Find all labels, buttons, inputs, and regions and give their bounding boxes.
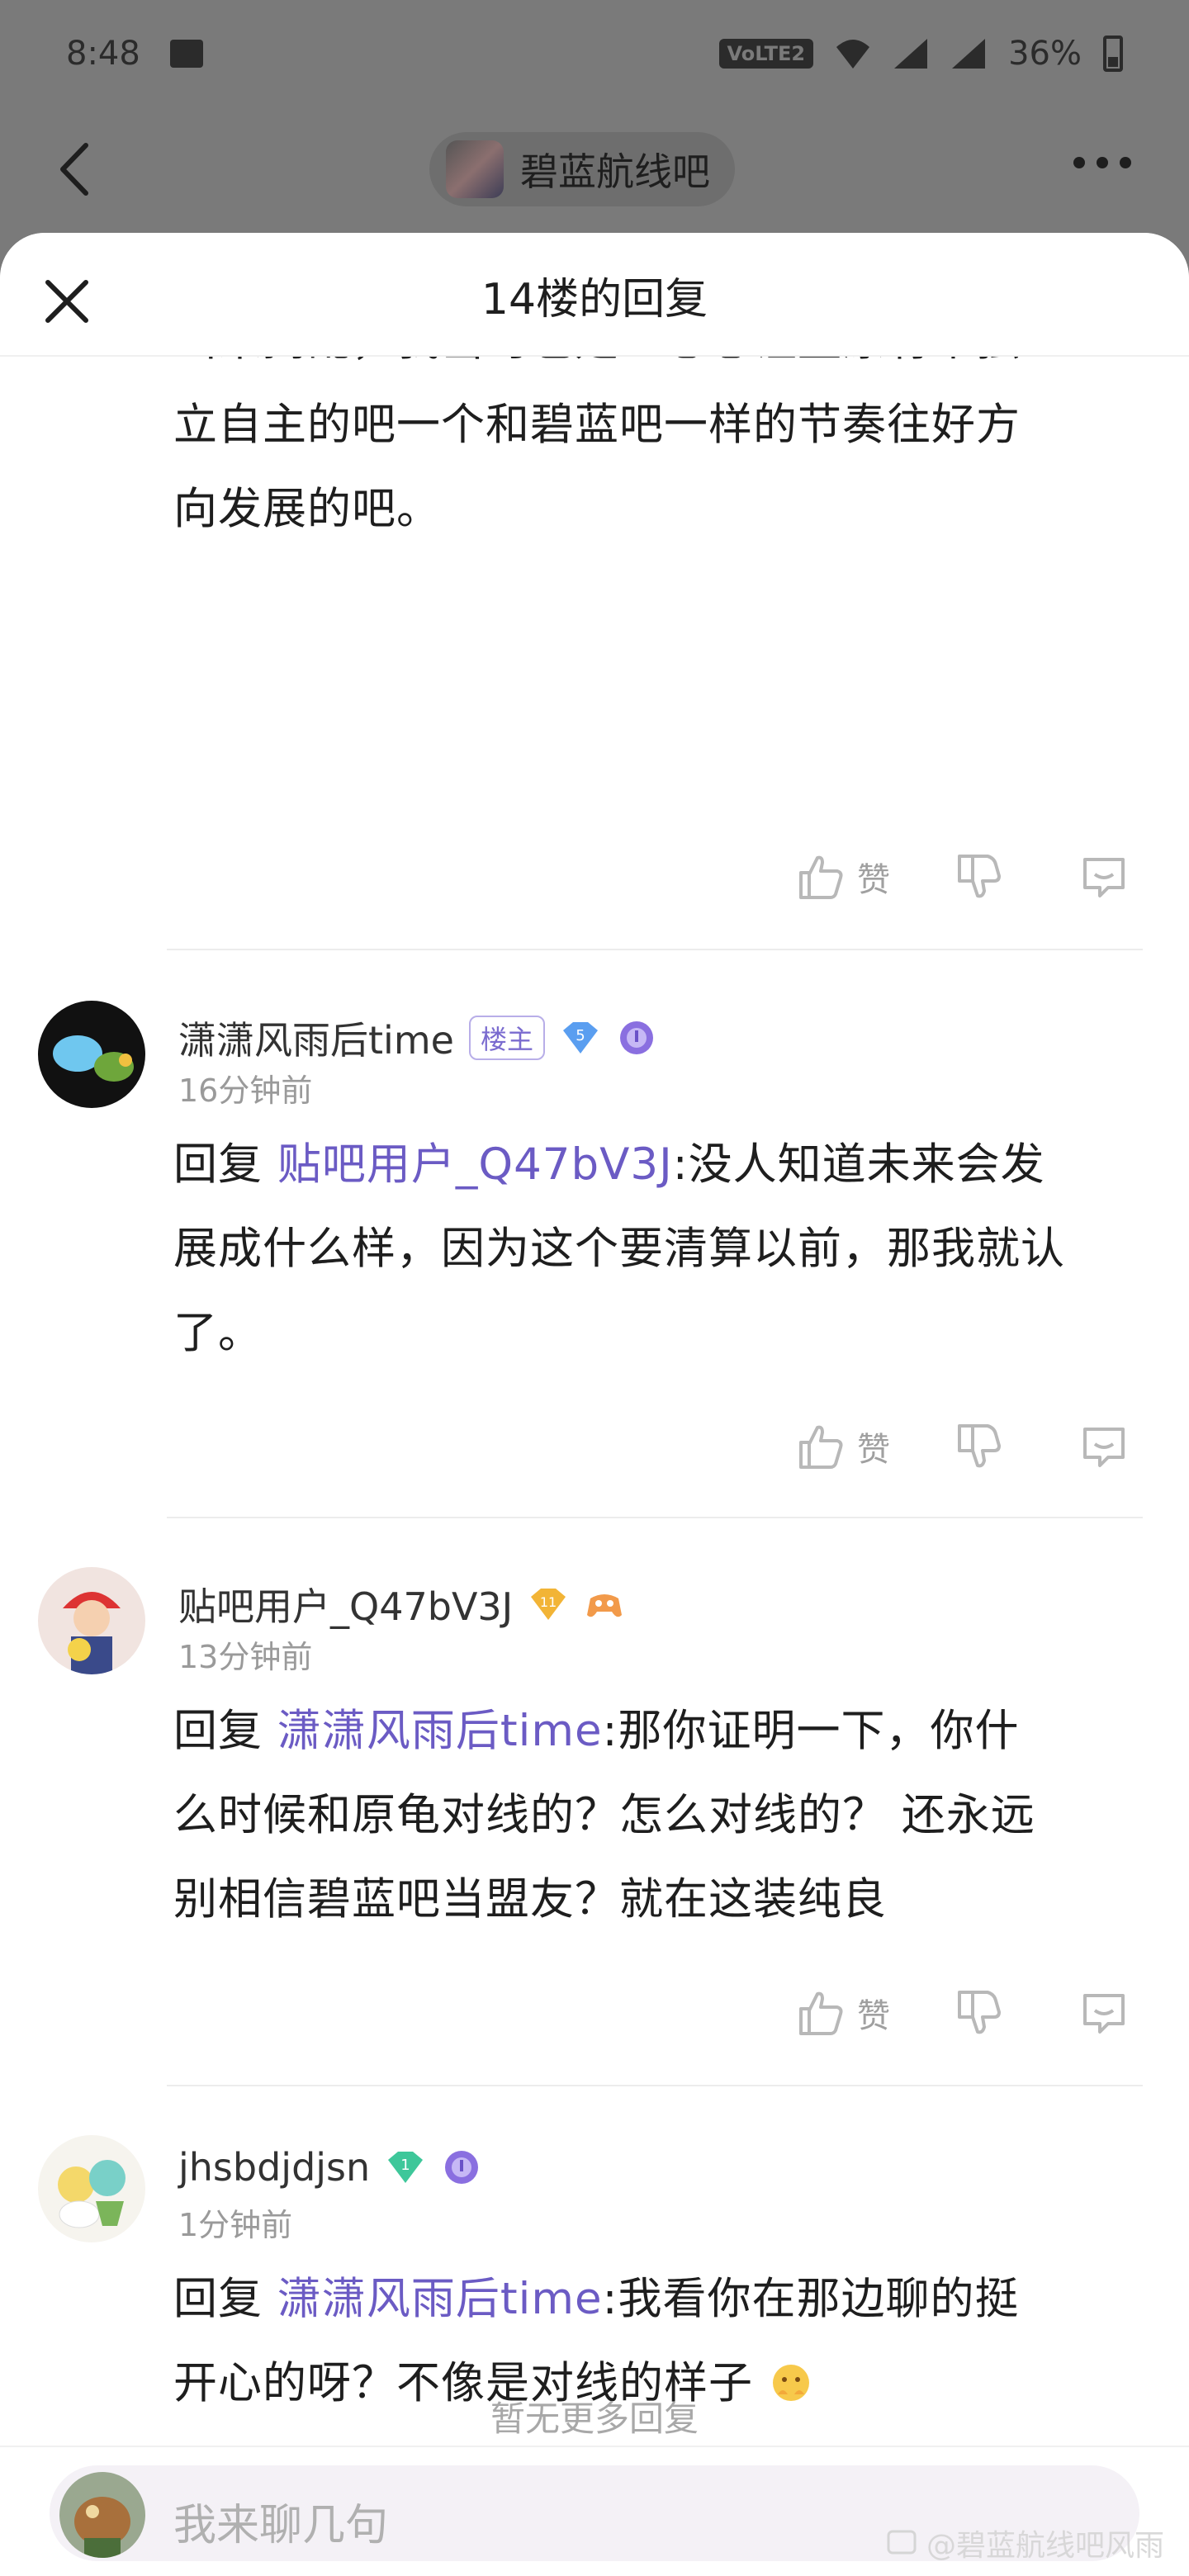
reply-content: 回复 贴吧用户_Q47bV3J:没人知道未来会发 展成什么样，因为这个要清算以前… <box>173 1123 1156 1376</box>
battery-icon <box>1103 36 1123 72</box>
comment-icon[interactable] <box>1078 1987 1130 2039</box>
level-badge-icon: 1 <box>388 2152 424 2183</box>
sheet-header: 14楼的回复 <box>0 233 1189 357</box>
gamepad-icon <box>587 1594 623 1617</box>
timestamp: 1分钟前 <box>178 2207 293 2243</box>
reply-list[interactable]: 出来捣乱，我当时也是一心想让蓝原有个独 立自主的吧一个和碧蓝吧一样的节奏往好方 … <box>0 357 1189 2487</box>
sheet-title: 14楼的回复 <box>481 275 708 324</box>
like-label: 赞 <box>857 1431 890 1469</box>
watermark: @碧蓝航线吧风雨 <box>885 2522 1164 2564</box>
content-line: 回复 潇潇风雨后time:我看你在那边聊的挺 <box>173 2257 1156 2342</box>
status-time: 8:48 <box>66 35 140 73</box>
thumb-down-icon[interactable] <box>955 1987 1006 2039</box>
username[interactable]: 潇潇风雨后time <box>178 1011 454 1065</box>
forum-avatar <box>446 140 504 198</box>
content-text: :那你证明一下，你什 <box>602 1706 1020 1756</box>
level-badge-icon: 5 <box>562 1022 598 1054</box>
wifi-icon <box>836 40 870 69</box>
avatar[interactable] <box>38 2135 145 2242</box>
owner-badge: 楼主 <box>468 1016 545 1060</box>
level-number: 5 <box>576 1027 585 1044</box>
reply-sheet: 14楼的回复 出来捣乱，我当时也是一心想让蓝原有个独 立自主的吧一个和碧蓝吧一样… <box>0 233 1189 2576</box>
like-button[interactable]: 赞 <box>796 851 890 902</box>
reply-prefix: 回复 <box>173 2274 277 2324</box>
reply-prefix: 回复 <box>173 1139 277 1190</box>
content-line: 回复 贴吧用户_Q47bV3J:没人知道未来会发 <box>173 1123 1156 1207</box>
content-line: 了。 <box>173 1308 263 1358</box>
signal-icon-2 <box>952 39 986 69</box>
comment-icon[interactable] <box>1078 1421 1130 1472</box>
content-line: 别相信碧蓝吧当盟友？就在这装纯良 <box>173 1874 887 1925</box>
timestamp: 13分钟前 <box>178 1639 313 1675</box>
reply-content-partial: 出来捣乱，我当时也是一心想让蓝原有个独 立自主的吧一个和碧蓝吧一样的节奏往好方 … <box>173 357 1148 552</box>
divider <box>167 2085 1143 2086</box>
content-text: :没人知道未来会发 <box>672 1139 1045 1190</box>
username[interactable]: 贴吧用户_Q47bV3J <box>178 1577 513 1631</box>
membership-icon <box>445 2151 479 2184</box>
thumb-up-icon <box>799 1425 843 1469</box>
status-bar: 8:48 VoLTE2 36% <box>0 0 1189 107</box>
thumb-down-icon[interactable] <box>955 1421 1006 1472</box>
user-row: 贴吧用户_Q47bV3J 11 <box>178 1577 625 1631</box>
battery-percent: 36% <box>1008 35 1082 73</box>
image-notification-icon <box>169 40 203 68</box>
like-button[interactable]: 赞 <box>796 1421 890 1472</box>
reply-prefix: 回复 <box>173 1706 277 1756</box>
user-row: jhsbdjdjsn 1 <box>178 2145 482 2190</box>
membership-icon <box>619 1021 653 1054</box>
my-avatar <box>59 2472 145 2558</box>
mention-link[interactable]: 潇潇风雨后time <box>277 1706 603 1756</box>
divider <box>167 949 1143 950</box>
forum-name: 碧蓝航线吧 <box>520 149 710 194</box>
no-more-replies: 暂无更多回复 <box>490 2398 699 2439</box>
reply-actions: 赞 <box>796 844 1143 910</box>
comment-icon[interactable] <box>1078 851 1130 902</box>
watermark-logo-icon <box>887 2530 917 2555</box>
level-number: 11 <box>540 1594 557 1610</box>
mention-link[interactable]: 潇潇风雨后time <box>277 2274 603 2324</box>
watermark-text: @碧蓝航线吧风雨 <box>926 2529 1164 2563</box>
level-badge-icon: 11 <box>531 1589 566 1620</box>
more-icon[interactable] <box>1073 157 1131 168</box>
thumb-up-icon <box>799 855 843 899</box>
signal-icon <box>894 39 928 69</box>
like-label: 赞 <box>857 861 890 899</box>
divider <box>167 1517 1143 1518</box>
avatar[interactable] <box>38 1001 145 1108</box>
like-button[interactable]: 赞 <box>796 1987 890 2039</box>
volte-badge: VoLTE2 <box>718 39 814 69</box>
mention-link[interactable]: 贴吧用户_Q47bV3J <box>277 1139 673 1190</box>
comment-bar: 我来聊几句 @碧蓝航线吧风雨 <box>0 2446 1189 2576</box>
comment-placeholder: 我来聊几句 <box>173 2501 389 2550</box>
timestamp: 16分钟前 <box>178 1073 313 1109</box>
background-header: 碧蓝航线吧 <box>0 116 1189 223</box>
content-line: 回复 潇潇风雨后time:那你证明一下，你什 <box>173 1689 1156 1773</box>
status-indicators: VoLTE2 36% <box>718 35 1123 73</box>
content-text: :我看你在那边聊的挺 <box>602 2274 1020 2324</box>
content-line: 么时候和原龟对线的？怎么对线的？ 还永远 <box>173 1790 1035 1840</box>
avatar[interactable] <box>38 1567 145 1674</box>
user-row: 潇潇风雨后time 楼主 5 <box>178 1011 657 1065</box>
content-line: 展成什么样，因为这个要清算以前，那我就认 <box>173 1224 1065 1274</box>
reply-actions: 赞 <box>796 1980 1143 2046</box>
content-line: 立自主的吧一个和碧蓝吧一样的节奏往好方 <box>173 400 1021 450</box>
reply-content: 回复 潇潇风雨后time:那你证明一下，你什 么时候和原龟对线的？怎么对线的？ … <box>173 1689 1156 1942</box>
reply-actions: 赞 <box>796 1413 1143 1480</box>
thumb-down-icon[interactable] <box>955 851 1006 902</box>
back-icon[interactable] <box>51 140 101 198</box>
content-line: 出来捣乱，我当时也是一心想让蓝原有个独 <box>173 357 1148 383</box>
content-line: 向发展的吧。 <box>173 484 441 534</box>
username[interactable]: jhsbdjdjsn <box>178 2145 370 2190</box>
forum-chip[interactable]: 碧蓝航线吧 <box>429 132 735 206</box>
level-number: 1 <box>400 2157 410 2174</box>
thumb-up-icon <box>799 1991 843 2035</box>
like-label: 赞 <box>857 1997 890 2035</box>
